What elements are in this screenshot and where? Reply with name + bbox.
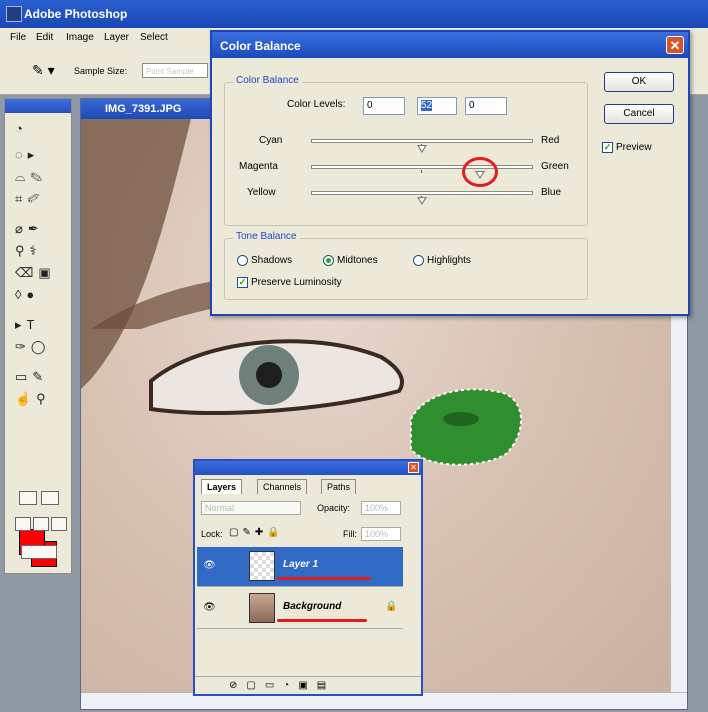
app-title-bar: Adobe Photoshop xyxy=(0,0,708,28)
quickmask-mode-button[interactable] xyxy=(41,491,59,505)
slider-cyan-label: Cyan xyxy=(259,135,283,146)
photoshop-logo-icon xyxy=(6,6,22,22)
shadows-label: Shadows xyxy=(251,255,293,266)
layer-name: Layer 1 xyxy=(283,559,319,570)
selection-shadow xyxy=(443,412,479,426)
lock-label: Lock: xyxy=(201,529,223,539)
hair-shape xyxy=(81,119,191,389)
tab-layers[interactable]: Layers xyxy=(201,479,243,494)
menu-layer[interactable]: Layer xyxy=(104,32,129,43)
tab-paths[interactable]: Paths xyxy=(321,479,357,494)
eyedropper-icon[interactable]: ✎ ▾ xyxy=(32,62,55,79)
cyan-red-slider-thumb[interactable] xyxy=(417,145,427,153)
color-balance-dialog: Color Balance ✕ Color Balance Color Leve… xyxy=(210,30,690,316)
annotation-underline xyxy=(277,577,371,580)
app-title: Adobe Photoshop xyxy=(24,7,128,21)
cyan-red-slider[interactable] xyxy=(311,139,533,143)
tool-palette-header xyxy=(5,99,71,113)
hand-zoom-tools[interactable]: ☝⚲ xyxy=(15,391,51,407)
screen-mode-1-button[interactable] xyxy=(15,517,31,531)
layer-actions-icons[interactable]: ⊘▢▭◔▣▤ xyxy=(229,680,335,691)
layers-close-icon[interactable]: ✕ xyxy=(408,462,419,473)
menu-edit[interactable]: Edit xyxy=(36,32,53,43)
lock-icon: 🔒 xyxy=(385,601,398,612)
color-balance-group-title: Color Balance xyxy=(233,75,302,86)
shadows-radio[interactable] xyxy=(237,255,248,266)
lasso-wand-tools[interactable]: ⌓✎ xyxy=(15,169,47,185)
preserve-luminosity-checkbox[interactable]: ✓ xyxy=(237,277,248,288)
eye-icon[interactable]: 👁 xyxy=(203,602,216,613)
tone-balance-group: Tone Balance Shadows Midtones Highlights… xyxy=(224,231,588,300)
slider-yellow-label: Yellow xyxy=(247,187,276,198)
sample-size-label: Sample Size: xyxy=(74,66,128,76)
cancel-button[interactable]: Cancel xyxy=(604,104,674,124)
layer-thumbnail xyxy=(249,551,275,581)
heal-brush-tools[interactable]: ⌀✒ xyxy=(15,221,44,237)
tab-channels[interactable]: Channels xyxy=(257,479,308,494)
opacity-label: Opacity: xyxy=(317,503,351,513)
opacity-field[interactable]: 100% xyxy=(361,501,401,515)
close-icon[interactable]: ✕ xyxy=(666,36,684,54)
stamp-history-tools[interactable]: ⚲⚕ xyxy=(15,243,42,259)
pupil-shape xyxy=(256,362,282,388)
annotation-circle xyxy=(461,157,498,187)
blur-dodge-tools[interactable]: ◊● xyxy=(15,287,39,302)
green-selection-area xyxy=(410,388,522,466)
highlights-label: Highlights xyxy=(427,255,471,266)
color-level-field-2[interactable]: 52 xyxy=(417,97,457,115)
tone-balance-group-title: Tone Balance xyxy=(233,231,300,242)
lock-icons[interactable]: ▢✎✚🔒 xyxy=(229,527,284,538)
layers-palette: ✕ Layers Channels Paths Normal Opacity: … xyxy=(193,459,423,696)
standard-mode-button[interactable] xyxy=(19,491,37,505)
layer-name: Background xyxy=(283,601,342,612)
ok-button[interactable]: OK xyxy=(604,72,674,92)
color-levels-label: Color Levels: xyxy=(287,99,346,110)
fill-field[interactable]: 100% xyxy=(361,527,401,541)
toolbar-feather-icon[interactable]: ◔ xyxy=(15,121,28,136)
preview-checkbox[interactable]: ✓ xyxy=(602,142,613,153)
magenta-green-center-tick xyxy=(421,170,422,173)
midtones-label: Midtones xyxy=(337,255,378,266)
menu-file[interactable]: File xyxy=(10,32,26,43)
color-balance-group: Color Balance Color Levels: 0 52 0 Cyan … xyxy=(224,75,588,226)
midtones-radio[interactable] xyxy=(323,255,334,266)
slider-blue-label: Blue xyxy=(541,187,562,198)
layer-row-layer-1[interactable]: 👁 Layer 1 xyxy=(197,547,403,587)
screen-mode-3-button[interactable] xyxy=(51,517,67,531)
color-level-field-3[interactable]: 0 xyxy=(465,97,507,115)
slider-green-label: Green xyxy=(541,161,569,172)
annotation-underline xyxy=(277,619,367,622)
dialog-title-bar: Color Balance ✕ xyxy=(212,32,688,58)
preview-label: Preview xyxy=(616,142,652,153)
sample-size-select[interactable]: Point Sample xyxy=(142,63,208,78)
layer-thumbnail xyxy=(249,593,275,623)
dialog-title: Color Balance xyxy=(220,39,301,53)
tool-palette: ◔ ◌▸ ⌓✎ ⌗✐ ⌀✒ ⚲⚕ ⌫▣ ◊● ▸T ✑◯ ▭✎ ☝⚲ xyxy=(4,98,72,574)
yellow-blue-slider[interactable] xyxy=(311,191,533,195)
pen-shape-tools[interactable]: ✑◯ xyxy=(15,339,50,355)
menu-select[interactable]: Select xyxy=(140,32,168,43)
crop-slice-tools[interactable]: ⌗✐ xyxy=(15,191,44,207)
notes-eyedropper-tools[interactable]: ▭✎ xyxy=(15,369,48,385)
jump-to-imageready-button[interactable] xyxy=(21,545,57,559)
layer-row-background[interactable]: 👁 Background 🔒 xyxy=(197,589,403,629)
magenta-green-slider[interactable] xyxy=(311,165,533,169)
preserve-luminosity-label: Preserve Luminosity xyxy=(251,277,342,288)
eye-icon[interactable]: 👁 xyxy=(203,560,216,571)
marquee-move-tools[interactable]: ◌▸ xyxy=(15,147,39,163)
eraser-gradient-tools[interactable]: ⌫▣ xyxy=(15,265,56,281)
path-type-tools[interactable]: ▸T xyxy=(15,317,39,333)
color-level-field-1[interactable]: 0 xyxy=(363,97,405,115)
yellow-blue-slider-thumb[interactable] xyxy=(417,197,427,205)
screen-mode-2-button[interactable] xyxy=(33,517,49,531)
highlights-radio[interactable] xyxy=(413,255,424,266)
layers-palette-title-bar: ✕ xyxy=(195,461,421,475)
menu-image[interactable]: Image xyxy=(66,32,94,43)
fill-label: Fill: xyxy=(343,529,357,539)
document-title: IMG_7391.JPG xyxy=(105,103,182,115)
blend-mode-select[interactable]: Normal xyxy=(201,501,301,515)
slider-red-label: Red xyxy=(541,135,560,146)
slider-magenta-label: Magenta xyxy=(239,161,278,172)
layers-bottom-toolbar: ⊘▢▭◔▣▤ xyxy=(195,676,421,694)
